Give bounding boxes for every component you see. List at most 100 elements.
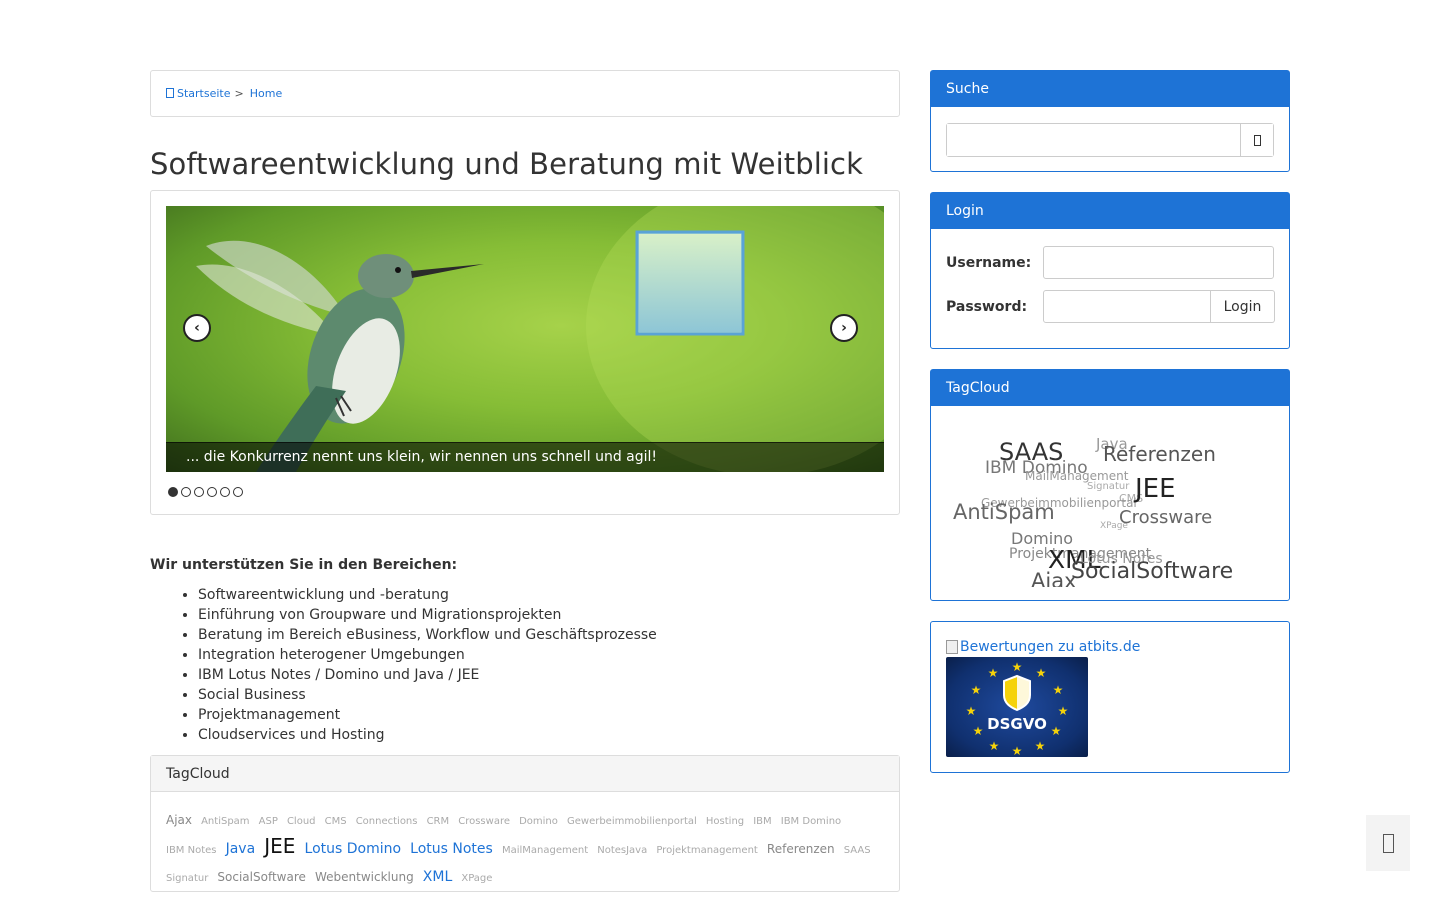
tagcloud-panel-title: TagCloud [151,756,899,792]
list-item: IBM Lotus Notes / Domino und Java / JEE [198,665,657,685]
svg-text:★: ★ [1036,666,1047,680]
tag-link[interactable]: MailManagement [502,845,588,856]
tag-link[interactable]: Connections [356,816,418,827]
breadcrumb-home[interactable]: Home [250,87,282,100]
broken-image-icon [946,640,958,654]
tag-link[interactable]: Domino [519,816,558,827]
search-card: Suche [930,70,1290,172]
cloud-word[interactable]: Crossware [1119,509,1212,527]
tag-link[interactable]: Gewerbeimmobilienportal [567,816,697,827]
svg-text:★: ★ [988,666,999,680]
arrow-up-icon [1382,833,1394,853]
slider-dot[interactable] [207,487,217,497]
tag-link[interactable]: Hosting [706,816,744,827]
tag-link[interactable]: ASP [259,816,278,827]
svg-text:★: ★ [973,724,984,738]
tag-link[interactable]: IBM Domino [781,816,841,827]
password-label: Password: [946,298,1028,315]
tag-link[interactable]: Lotus Notes [410,841,493,857]
cloud-word[interactable]: JEE [1135,476,1176,502]
tag-link[interactable]: Cloud [287,816,316,827]
list-item: Integration heterogener Umgebungen [198,645,657,665]
tag-link[interactable]: XPage [461,873,492,884]
slider-dot[interactable] [181,487,191,497]
tag-link[interactable]: IBM [753,816,771,827]
slider-dot[interactable] [168,487,178,497]
tag-link[interactable]: Java [226,841,256,857]
cloud-word[interactable]: SocialSoftware [1071,561,1233,583]
list-item: Cloudservices und Hosting [198,725,657,745]
slider-next-button[interactable]: › [830,314,858,342]
svg-text:★: ★ [1012,660,1023,674]
tag-link[interactable]: IBM Notes [166,845,217,856]
tagcloud-card: TagCloud SAAS Java Referenzen IBM Domino Mai… [930,369,1290,601]
svg-text:★: ★ [989,739,1000,753]
tag-link[interactable]: Signatur [166,873,208,884]
breadcrumb-startseite[interactable]: Startseite [166,87,231,100]
login-card: Login Username: Password: Login [930,192,1290,349]
chevron-right-icon: › [841,320,847,336]
search-input[interactable] [947,124,1240,156]
tag-link[interactable]: Crossware [458,816,510,827]
list-item: Softwareentwicklung und -beratung [198,585,657,605]
password-field[interactable] [1043,290,1211,323]
tag-link[interactable]: CRM [427,816,450,827]
cloud-word[interactable]: Signatur [1087,482,1129,492]
tag-link[interactable]: CMS [325,816,347,827]
tag-link[interactable]: JEE [264,834,295,858]
search-icon [1253,134,1261,146]
username-field[interactable] [1043,246,1274,279]
tag-link[interactable]: SocialSoftware [217,870,305,884]
cloud-word[interactable]: AntiSpam [953,502,1055,523]
slider-dot[interactable] [194,487,204,497]
services-list: Softwareentwicklung und -beratung Einfüh… [198,585,657,745]
svg-text:★: ★ [1058,704,1069,718]
tag-link[interactable]: XML [423,869,452,885]
slider-dot[interactable] [233,487,243,497]
word-cloud: SAAS Java Referenzen IBM Domino MailManageme… [947,420,1275,588]
login-button[interactable]: Login [1211,290,1275,323]
tag-link[interactable]: Webentwicklung [315,870,414,884]
home-icon [166,88,174,98]
dsgvo-label: DSGVO [987,715,1047,733]
slide-image: ... die Konkurrenz nennt uns klein, wir … [166,206,884,472]
tag-link[interactable]: Ajax [166,813,192,827]
slider-dot[interactable] [220,487,230,497]
list-item: Beratung im Bereich eBusiness, Workflow … [198,625,657,645]
search-button[interactable] [1240,124,1273,156]
tag-link[interactable]: SAAS [844,845,871,856]
svg-text:★: ★ [1051,724,1062,738]
tag-link[interactable]: Projektmanagement [656,845,758,856]
tag-list: Ajax AntiSpam ASP Cloud CMS Connections … [151,792,899,891]
slider-pagination [168,487,243,497]
tag-link[interactable]: NotesJava [597,845,647,856]
tagcloud-panel: TagCloud Ajax AntiSpam ASP Cloud CMS Con… [150,755,900,892]
svg-text:★: ★ [1035,739,1046,753]
slide-caption: ... die Konkurrenz nennt uns klein, wir … [166,442,884,472]
tag-link[interactable]: Lotus Domino [305,841,402,857]
list-item: Projektmanagement [198,705,657,725]
services-intro: Wir unterstützen Sie in den Bereichen: [150,557,458,573]
username-row: Username: [946,246,1274,279]
dsgvo-badge[interactable]: ★ ★ ★ ★ ★ ★ ★ ★ ★ ★ ★ ★ DSGVO [946,657,1088,758]
scroll-to-top-button[interactable] [1366,815,1410,871]
tag-link[interactable]: Referenzen [767,842,835,856]
cloud-word[interactable]: Ajax [1031,571,1077,588]
cloud-word[interactable]: Referenzen [1103,444,1216,464]
svg-text:★: ★ [971,683,982,697]
breadcrumb: Startseite > Home [150,70,900,117]
list-item: Social Business [198,685,657,705]
image-slider: ... die Konkurrenz nennt uns klein, wir … [150,190,900,515]
rating-link[interactable]: Bewertungen zu atbits.de [946,639,1140,655]
search-bar [946,123,1274,157]
username-label: Username: [946,254,1032,271]
svg-text:★: ★ [1012,744,1023,757]
login-card-title: Login [931,193,1289,229]
badge-card: Bewertungen zu atbits.de ★ ★ ★ ★ ★ ★ ★ ★ ★ ★ ★ ★… [930,621,1290,773]
password-row: Password: Login [946,290,1275,323]
chevron-left-icon: ‹ [194,320,200,336]
page-title: Softwareentwicklung und Beratung mit Wei… [150,147,863,181]
breadcrumb-separator: > [234,87,244,100]
tag-link[interactable]: AntiSpam [201,816,249,827]
slider-prev-button[interactable]: ‹ [183,314,211,342]
